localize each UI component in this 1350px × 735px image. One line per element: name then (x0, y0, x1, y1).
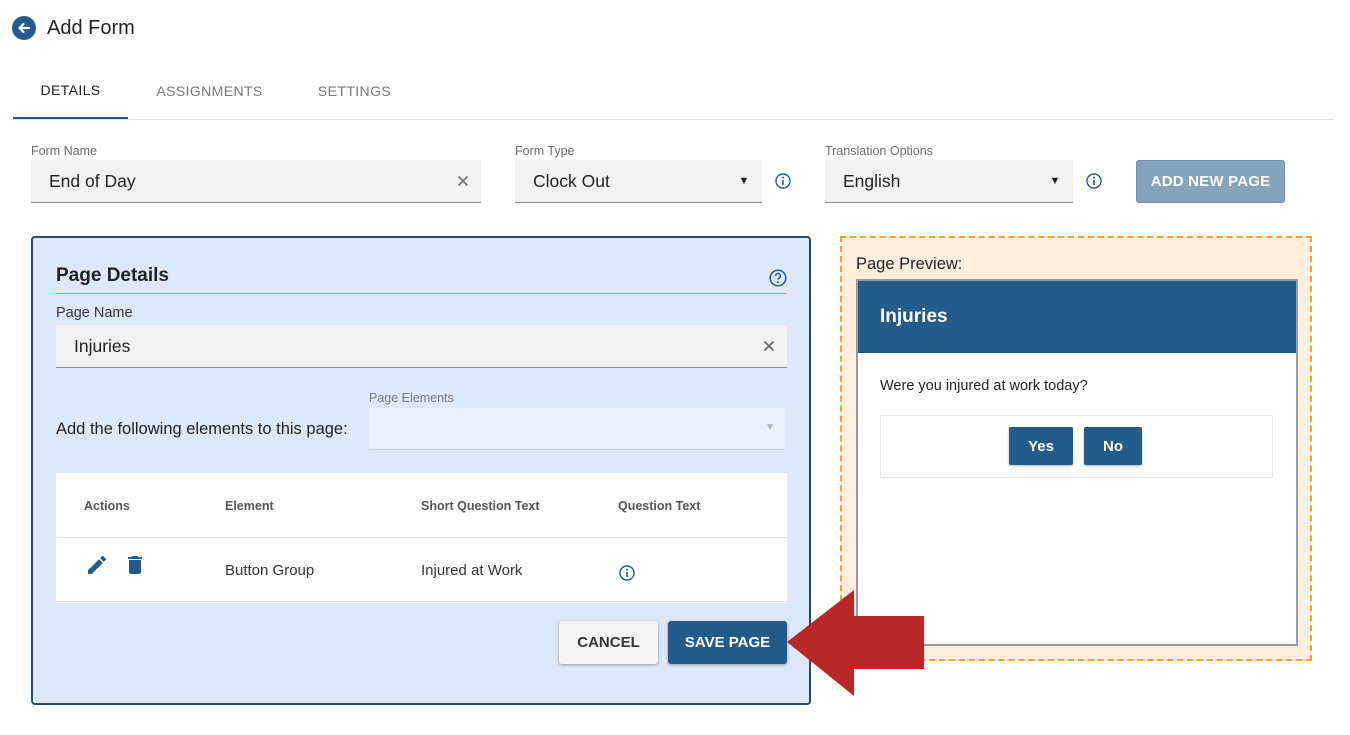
page-elements-prompt: Add the following elements to this page: (56, 420, 348, 438)
page-name-value: Injuries (74, 335, 131, 356)
translation-info-icon[interactable] (1086, 173, 1102, 189)
page-preview-label: Page Preview: (856, 255, 963, 273)
trash-icon[interactable] (123, 553, 147, 577)
col-header-question-text: Question Text (618, 499, 701, 513)
form-name-value: End of Day (49, 170, 136, 191)
form-name-field[interactable]: End of Day (31, 160, 481, 203)
col-header-element: Element (225, 499, 274, 513)
help-icon[interactable] (769, 269, 787, 287)
title-divider (56, 293, 787, 294)
back-arrow-icon[interactable] (12, 16, 36, 40)
form-type-info-icon[interactable] (775, 173, 791, 189)
table-divider (56, 537, 787, 538)
form-type-select[interactable]: Clock Out ▼ (515, 160, 762, 203)
pencil-icon[interactable] (85, 553, 109, 577)
page-elements-select[interactable]: ▼ (369, 408, 785, 450)
clear-icon[interactable] (445, 175, 481, 187)
tab-bar: DETAILS ASSIGNMENTS SETTINGS (13, 62, 1334, 120)
page-title: Add Form (47, 16, 135, 39)
page-elements-label: Page Elements (369, 391, 454, 405)
col-header-actions: Actions (84, 499, 130, 513)
page-details-panel: Page Details Page Name Injuries Page Ele… (31, 236, 811, 705)
cell-short-question: Injured at Work (421, 562, 523, 579)
dropdown-caret-icon: ▼ (765, 422, 775, 433)
tab-settings[interactable]: SETTINGS (291, 62, 418, 119)
preview-title: Injuries (880, 306, 948, 327)
tab-details[interactable]: DETAILS (13, 62, 128, 119)
cancel-button[interactable]: CANCEL (559, 621, 658, 664)
page-details-title: Page Details (56, 265, 169, 286)
cell-element: Button Group (225, 562, 315, 579)
preview-button-group: Yes No (880, 415, 1273, 478)
save-page-button[interactable]: SAVE PAGE (668, 621, 787, 664)
header: Add Form (12, 16, 135, 40)
preview-question: Were you injured at work today? (880, 378, 1088, 394)
preview-no-button[interactable]: No (1084, 427, 1142, 465)
dropdown-caret-icon: ▼ (738, 175, 750, 187)
page-name-label: Page Name (56, 305, 133, 321)
form-name-label: Form Name (31, 144, 97, 158)
dropdown-caret-icon: ▼ (1049, 175, 1061, 187)
page-name-field[interactable]: Injuries (56, 325, 787, 368)
preview-header: Injuries (858, 281, 1296, 353)
add-new-page-button[interactable]: ADD NEW PAGE (1136, 160, 1285, 203)
question-info-icon[interactable] (619, 565, 635, 581)
red-arrow-left-icon (787, 590, 924, 696)
elements-table: Actions Element Short Question Text Ques… (56, 473, 787, 603)
translation-label: Translation Options (825, 144, 933, 158)
tab-assignments[interactable]: ASSIGNMENTS (128, 62, 291, 119)
translation-value: English (843, 170, 901, 191)
table-divider (56, 601, 787, 602)
col-header-short-question: Short Question Text (421, 499, 540, 513)
preview-yes-button[interactable]: Yes (1009, 427, 1073, 465)
form-type-value: Clock Out (533, 170, 610, 191)
clear-icon[interactable] (751, 340, 787, 352)
form-type-label: Form Type (515, 144, 575, 158)
translation-select[interactable]: English ▼ (825, 160, 1073, 203)
